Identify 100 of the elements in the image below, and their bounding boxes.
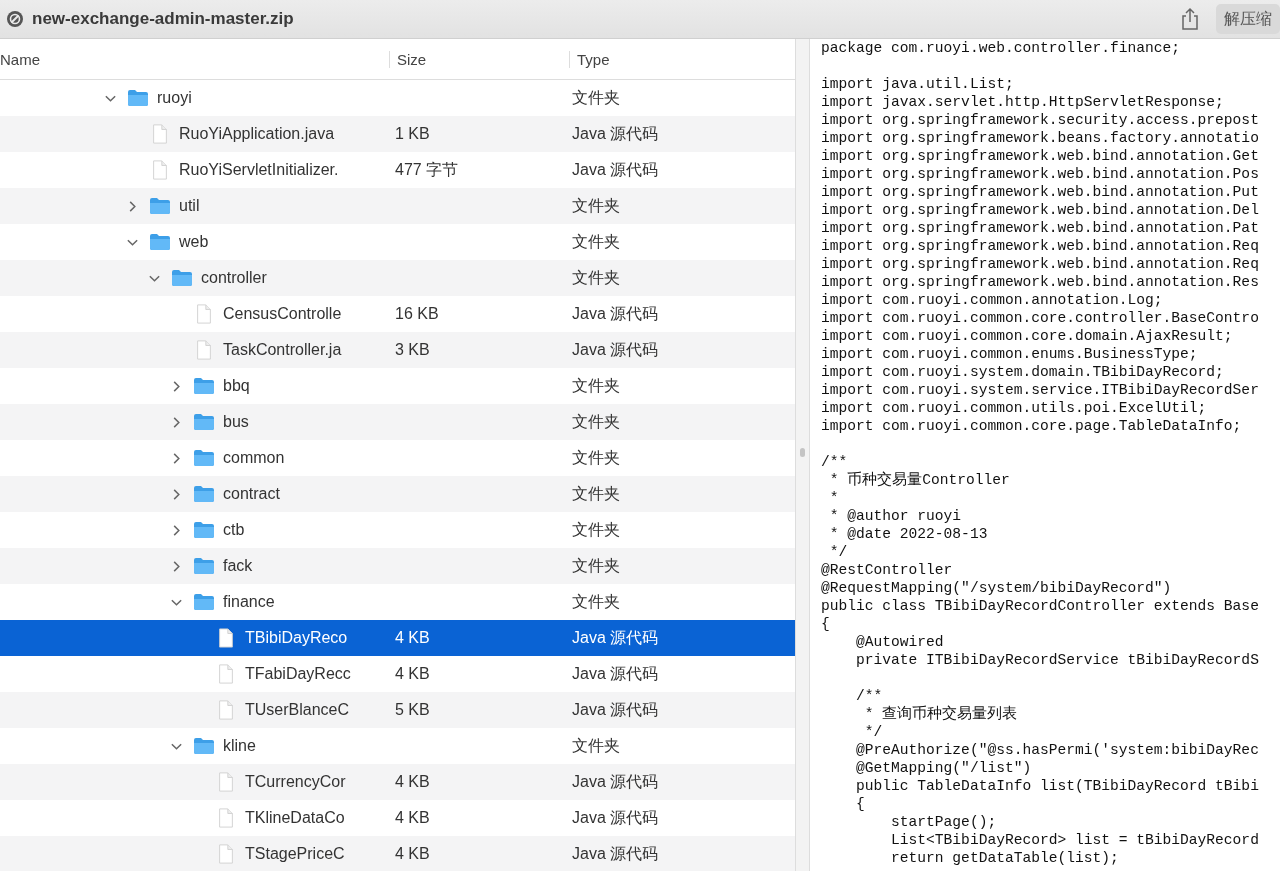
- file-size: 4 KB: [394, 845, 431, 863]
- file-type: 文件夹: [571, 411, 621, 432]
- share-icon[interactable]: [1180, 7, 1200, 31]
- file-row[interactable]: util 文件夹: [0, 188, 795, 224]
- file-row[interactable]: TFabiDayRecc 4 KB Java 源代码: [0, 656, 795, 692]
- file-name: TCurrencyCor: [245, 773, 346, 791]
- folder-icon: [193, 736, 215, 756]
- file-type: Java 源代码: [571, 159, 660, 180]
- splitter-handle[interactable]: [800, 447, 805, 457]
- code-line: * 币种交易量Controller: [828, 471, 1011, 489]
- file-row[interactable]: bbq 文件夹: [0, 368, 795, 404]
- code-line: @RequestMapping("/system/bibiDayRecord"): [821, 579, 1173, 597]
- file-row[interactable]: CensusControlle 16 KB Java 源代码: [0, 296, 795, 332]
- folder-icon: [193, 484, 215, 504]
- file-row[interactable]: controller 文件夹: [0, 260, 795, 296]
- code-line: import org.springframework.web.bind.annotation.Get: [821, 147, 1260, 165]
- file-name: TUserBlanceC: [245, 701, 350, 719]
- file-name: kline: [223, 737, 256, 755]
- file-type: 文件夹: [571, 195, 621, 216]
- file-name: ruoyi: [157, 89, 192, 107]
- file-type: Java 源代码: [571, 339, 660, 360]
- file-row[interactable]: RuoYiApplication.java 1 KB Java 源代码: [0, 116, 795, 152]
- file-type: 文件夹: [571, 735, 621, 756]
- file-size: 3 KB: [394, 341, 431, 359]
- file-type: 文件夹: [571, 591, 621, 612]
- file-name: finance: [223, 593, 275, 611]
- file-row[interactable]: bus 文件夹: [0, 404, 795, 440]
- blocked-icon: [6, 10, 24, 28]
- file-name: ctb: [223, 521, 245, 539]
- file-size: 477 字节: [394, 159, 460, 180]
- file-row[interactable]: web 文件夹: [0, 224, 795, 260]
- column-header[interactable]: Size: [389, 50, 569, 68]
- file-size: 4 KB: [394, 629, 431, 647]
- code-line: import com.ruoyi.system.service.ITBibiDayRecordSer: [821, 381, 1260, 399]
- code-line: /**: [855, 687, 884, 705]
- file-row[interactable]: ruoyi 文件夹: [0, 80, 795, 116]
- code-line: import org.springframework.security.access.prepost: [821, 111, 1260, 129]
- code-line: {: [821, 615, 831, 633]
- code-line: import org.springframework.beans.factory.annotatio: [821, 129, 1260, 147]
- code-line: * @author ruoyi: [828, 507, 963, 525]
- file-name: TStagePriceC: [245, 845, 345, 863]
- file-name: TFabiDayRecc: [245, 665, 351, 683]
- file-size: 4 KB: [394, 809, 431, 827]
- code-line: List<TBibiDayRecord> list = tBibiDayRecord: [890, 831, 1260, 849]
- file-row[interactable]: kline 文件夹: [0, 728, 795, 764]
- file-type: Java 源代码: [571, 843, 660, 864]
- code-line: import com.ruoyi.common.core.domain.AjaxResult;: [821, 327, 1234, 345]
- code-line: import java.util.List;: [821, 75, 1015, 93]
- code-line: * @date 2022-08-13: [828, 525, 989, 543]
- folder-icon: [127, 88, 149, 108]
- file-name: RuoYiServletInitializer.: [179, 161, 339, 179]
- code-line: package com.ruoyi.web.controller.finance;: [821, 39, 1182, 57]
- folder-icon: [149, 196, 171, 216]
- code-line: public TableDataInfo list(TBibiDayRecord tBibi: [855, 777, 1260, 795]
- file-name: bbq: [223, 377, 250, 395]
- folder-icon: [193, 520, 215, 540]
- file-row[interactable]: fack 文件夹: [0, 548, 795, 584]
- file-row[interactable]: TUserBlanceC 5 KB Java 源代码: [0, 692, 795, 728]
- file-size: 5 KB: [394, 701, 431, 719]
- code-line: import org.springframework.web.bind.annotation.Put: [821, 183, 1260, 201]
- file-row[interactable]: TCurrencyCor 4 KB Java 源代码: [0, 764, 795, 800]
- file-row[interactable]: TKlineDataCo 4 KB Java 源代码: [0, 800, 795, 836]
- file-row[interactable]: finance 文件夹: [0, 584, 795, 620]
- file-size: 4 KB: [394, 665, 431, 683]
- column-header[interactable]: Name: [0, 50, 389, 68]
- file-row[interactable]: common 文件夹: [0, 440, 795, 476]
- code-line: @Autowired: [855, 633, 945, 651]
- file-name: CensusControlle: [223, 305, 342, 323]
- code-line: @RestController: [821, 561, 954, 579]
- folder-icon: [193, 592, 215, 612]
- file-type: Java 源代码: [571, 627, 660, 648]
- file-type: Java 源代码: [571, 807, 660, 828]
- file-name: fack: [223, 557, 253, 575]
- code-line: */: [828, 543, 849, 561]
- folder-icon: [149, 232, 171, 252]
- file-size: 16 KB: [394, 305, 440, 323]
- code-line: import javax.servlet.http.HttpServletResponse;: [821, 93, 1225, 111]
- file-row[interactable]: TaskController.ja 3 KB Java 源代码: [0, 332, 795, 368]
- window-title: new-exchange-admin-master.zip: [32, 9, 295, 29]
- code-line: import com.ruoyi.common.enums.BusinessType;: [821, 345, 1199, 363]
- file-type: 文件夹: [571, 231, 621, 252]
- code-line: return getDataTable(list);: [890, 849, 1120, 867]
- folder-icon: [171, 268, 193, 288]
- extract-button[interactable]: 解压缩: [1216, 4, 1280, 34]
- file-size: 1 KB: [394, 125, 431, 143]
- code-line: import org.springframework.web.bind.annotation.Pos: [821, 165, 1260, 183]
- folder-icon: [193, 556, 215, 576]
- code-line: import org.springframework.web.bind.annotation.Del: [821, 201, 1260, 219]
- file-name: bus: [223, 413, 249, 431]
- code-line: *: [828, 489, 840, 507]
- file-type: Java 源代码: [571, 663, 660, 684]
- file-row[interactable]: contract 文件夹: [0, 476, 795, 512]
- file-row[interactable]: ctb 文件夹: [0, 512, 795, 548]
- file-row[interactable]: TStagePriceC 4 KB Java 源代码: [0, 836, 795, 871]
- code-line: @GetMapping("/list"): [855, 759, 1033, 777]
- code-line: import org.springframework.web.bind.annotation.Req: [821, 237, 1260, 255]
- code-line: import com.ruoyi.common.core.controller.BaseContro: [821, 309, 1260, 327]
- file-row[interactable]: TBibiDayReco 4 KB Java 源代码: [0, 620, 795, 656]
- file-type: 文件夹: [571, 375, 621, 396]
- file-row[interactable]: RuoYiServletInitializer. 477 字节 Java 源代码: [0, 152, 795, 188]
